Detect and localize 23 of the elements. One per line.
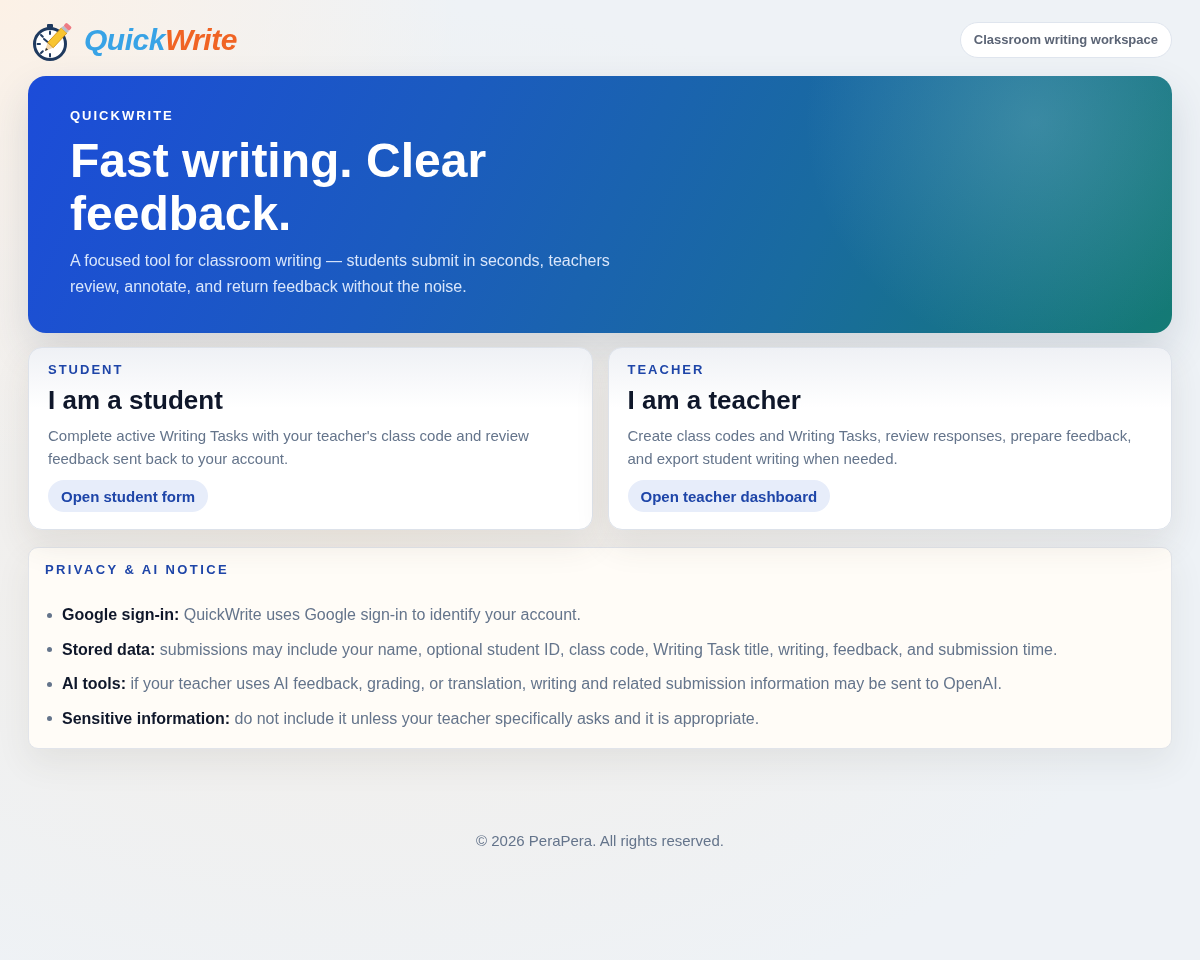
card-description: Create class codes and Writing Tasks, review responses, prepare feedback, and export student writing when needed. (627, 426, 1133, 469)
open-button[interactable]: Open student form (48, 480, 209, 512)
card-description: Complete active Writing Tasks with your teacher's class code and review feedback sent back to your account. (48, 426, 530, 469)
notice-item: AI tools: if your teacher uses AI feedback, grading, or translation, writing and related submission information may be sent to OpenAI. (62, 674, 1003, 694)
bullet-icon (47, 716, 52, 721)
card-eyebrow: TEACHER (627, 362, 706, 378)
card-eyebrow: STUDENT (48, 362, 125, 378)
workspace-badge: Classroom writing workspace (959, 22, 1172, 58)
bullet-icon (47, 647, 52, 652)
open-button[interactable]: Open teacher dashboard (627, 480, 831, 512)
hero-eyebrow: QUICKWRITE (70, 108, 175, 124)
notice-item: Google sign-in: QuickWrite uses Google sign-in to identify your account. (62, 605, 581, 625)
hero-description: A focused tool for classroom writing — students submit in seconds, teachers review, annotate, and return feedback without the noise. (70, 251, 611, 297)
brand-name: QuickWrite (84, 23, 237, 57)
hero-title: Fast writing. Clear feedback. (70, 134, 488, 240)
copyright-text: © 2026 PeraPera. All rights reserved. (476, 831, 724, 849)
notice-item: Sensitive information: do not include it unless your teacher specifically asks and it is appropriate. (62, 708, 760, 729)
bullet-icon (47, 681, 52, 687)
notice-item: Stored data: submissions may include your name, optional student ID, class code, Writing Task title, writing, feedback, and submission time. (62, 639, 1058, 660)
bullet-icon (47, 612, 52, 618)
notice-title: PRIVACY & AI NOTICE (45, 562, 231, 578)
card-title: I am a teacher (627, 384, 802, 416)
card-title: I am a student (48, 384, 224, 416)
